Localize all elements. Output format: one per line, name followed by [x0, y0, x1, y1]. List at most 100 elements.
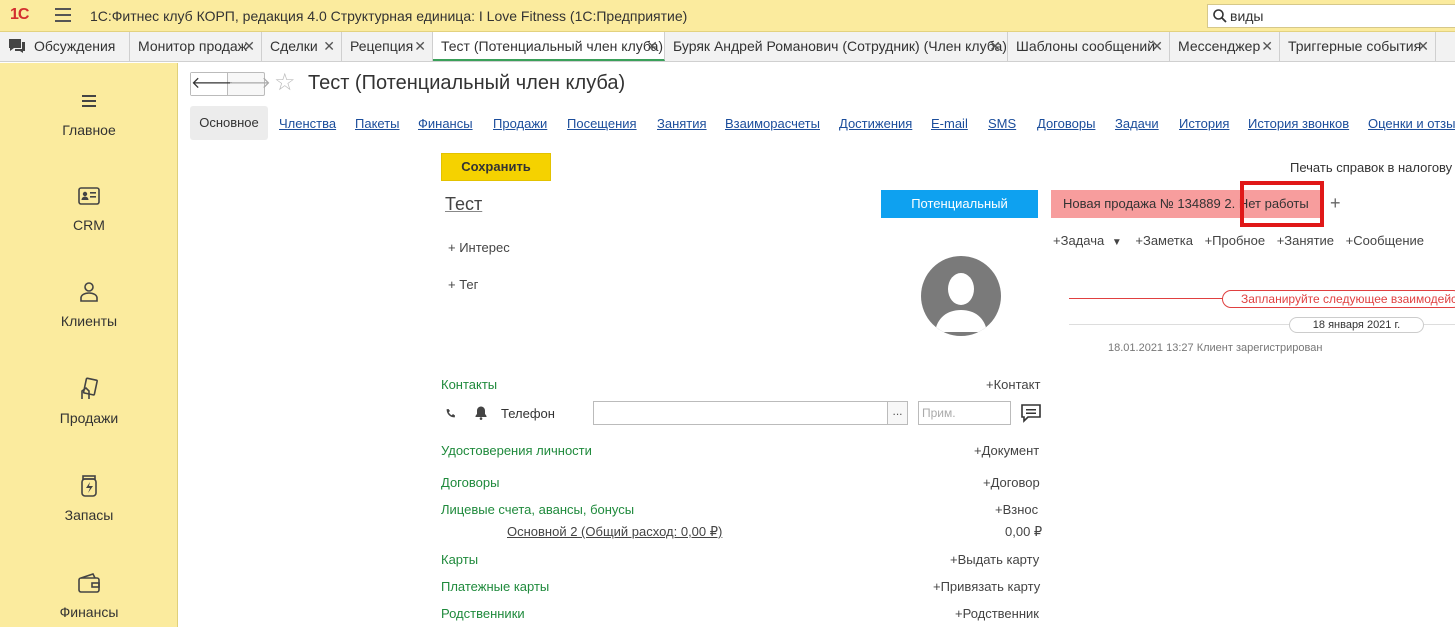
- add-document-link[interactable]: +Документ: [974, 443, 1039, 458]
- close-icon[interactable]: ✕: [323, 32, 335, 61]
- tab-message-templates[interactable]: Шаблоны сообщений ✕: [1008, 32, 1170, 61]
- tab-trigger-events[interactable]: Триггерные события ✕: [1280, 32, 1436, 61]
- contact-card-icon: [78, 187, 100, 205]
- close-icon[interactable]: ✕: [414, 32, 426, 61]
- section-link-tasks[interactable]: Задачи: [1115, 116, 1159, 131]
- close-icon[interactable]: ✕: [243, 32, 255, 61]
- section-link-call-history[interactable]: История звонков: [1248, 116, 1349, 131]
- section-link-settlements[interactable]: Взаиморасчеты: [725, 116, 820, 131]
- section-link-visits[interactable]: Посещения: [567, 116, 637, 131]
- payment-cards-label[interactable]: Платежные карты: [441, 579, 549, 594]
- search-input[interactable]: [1230, 5, 1440, 27]
- global-search[interactable]: [1207, 4, 1455, 28]
- add-note-button[interactable]: +Заметка: [1135, 233, 1193, 248]
- client-name[interactable]: Тест: [445, 194, 482, 215]
- forward-arrow-icon[interactable]: 🡒: [228, 73, 271, 95]
- add-relative-link[interactable]: +Родственник: [955, 606, 1039, 621]
- account-item[interactable]: Основной 2 (Общий расход: 0,00 ₽): [507, 524, 722, 540]
- bell-icon[interactable]: [474, 405, 488, 421]
- id-documents-label[interactable]: Удостоверения личности: [441, 443, 592, 458]
- tab-deals[interactable]: Сделки ✕: [262, 32, 342, 61]
- tab-reception[interactable]: Рецепция ✕: [342, 32, 433, 61]
- main-menu-icon[interactable]: [55, 8, 71, 22]
- section-link-memberships[interactable]: Членства: [279, 116, 336, 131]
- tab-discussions[interactable]: Обсуждения: [0, 32, 130, 61]
- bind-card-link[interactable]: +Привязать карту: [933, 579, 1040, 594]
- page-title: Тест (Потенциальный член клуба): [308, 72, 626, 94]
- tab-label: Триггерные события: [1288, 38, 1422, 54]
- status-button[interactable]: Потенциальный: [881, 190, 1038, 218]
- add-tag-link[interactable]: + Тег: [448, 277, 478, 292]
- sidebar-item-stock[interactable]: Запасы: [0, 473, 178, 523]
- tab-buryak[interactable]: Буряк Андрей Романович (Сотрудник) (Член…: [665, 32, 1008, 61]
- timeline-actions: +Задача ▼ +Заметка +Пробное +Занятие +Со…: [1053, 233, 1424, 248]
- relatives-section-label[interactable]: Родственники: [441, 606, 525, 621]
- sidebar-item-main[interactable]: Главное: [0, 88, 178, 138]
- add-contract-link[interactable]: +Договор: [983, 475, 1040, 490]
- add-contact-link[interactable]: +Контакт: [986, 377, 1040, 392]
- section-link-achievements[interactable]: Достижения: [839, 116, 912, 131]
- sidebar-item-sales[interactable]: Продажи: [0, 376, 178, 426]
- tab-label: Тест (Потенциальный член клуба): [441, 38, 664, 54]
- add-deposit-link[interactable]: +Взнос: [995, 502, 1038, 517]
- add-sale-button[interactable]: +: [1330, 193, 1341, 214]
- issue-card-link[interactable]: +Выдать карту: [950, 552, 1039, 567]
- section-link-sales[interactable]: Продажи: [493, 116, 547, 131]
- tab-label: Монитор продаж: [138, 38, 248, 54]
- sidebar-item-label: Запасы: [64, 507, 114, 523]
- add-message-button[interactable]: +Сообщение: [1346, 233, 1424, 248]
- sidebar: Главное CRM Клиенты Продажи Запасы Финан…: [0, 63, 178, 627]
- account-balance: 0,00 ₽: [1005, 524, 1043, 539]
- accounts-section-label[interactable]: Лицевые счета, авансы, бонусы: [441, 502, 634, 517]
- close-icon[interactable]: ✕: [1417, 32, 1429, 61]
- print-tax-certificates-link[interactable]: Печать справок в налогову: [1290, 160, 1452, 175]
- favorite-star-icon[interactable]: ☆: [274, 71, 296, 95]
- add-lesson-button[interactable]: +Занятие: [1277, 233, 1334, 248]
- section-link-lessons[interactable]: Занятия: [657, 116, 707, 131]
- person-icon: [80, 282, 98, 302]
- phone-select-button[interactable]: ...: [887, 401, 908, 425]
- comment-icon[interactable]: [1020, 403, 1042, 423]
- section-link-reviews[interactable]: Оценки и отзы: [1368, 116, 1455, 131]
- back-arrow-icon[interactable]: 🡐: [191, 73, 234, 95]
- sidebar-item-label: Финансы: [59, 604, 119, 620]
- section-main[interactable]: Основное: [190, 106, 268, 140]
- sidebar-item-crm[interactable]: CRM: [0, 183, 178, 233]
- phone-icon[interactable]: [444, 406, 458, 420]
- add-trial-button[interactable]: +Пробное: [1205, 233, 1265, 248]
- chat-icon: [9, 38, 25, 53]
- close-icon[interactable]: ✕: [1151, 32, 1163, 61]
- save-button[interactable]: Сохранить: [441, 153, 551, 181]
- section-link-contracts[interactable]: Договоры: [1037, 116, 1095, 131]
- add-task-button[interactable]: +Задача: [1053, 233, 1104, 248]
- sidebar-item-clients[interactable]: Клиенты: [0, 279, 178, 329]
- cards-section-label[interactable]: Карты: [441, 552, 478, 567]
- jar-icon: [81, 475, 97, 497]
- close-icon[interactable]: ✕: [646, 32, 658, 61]
- phone-input[interactable]: [593, 401, 888, 425]
- tab-label: Буряк Андрей Романович (Сотрудник) (Член…: [673, 38, 1007, 54]
- section-link-packages[interactable]: Пакеты: [355, 116, 400, 131]
- tab-test-client[interactable]: Тест (Потенциальный член клуба) ✕: [433, 32, 665, 61]
- sidebar-item-label: Главное: [62, 122, 116, 138]
- section-link-finance[interactable]: Финансы: [418, 116, 473, 131]
- chevron-down-icon[interactable]: ▼: [1112, 237, 1122, 248]
- contracts-section-label[interactable]: Договоры: [441, 475, 499, 490]
- section-link-history[interactable]: История: [1179, 116, 1229, 131]
- contacts-section-label[interactable]: Контакты: [441, 377, 497, 392]
- plan-next-interaction[interactable]: Запланируйте следующее взаимодейств: [1222, 290, 1455, 308]
- sidebar-item-finance[interactable]: Финансы: [0, 570, 178, 620]
- phone-note-input[interactable]: [918, 401, 1011, 425]
- section-link-email[interactable]: E-mail: [931, 116, 968, 131]
- highlight-annotation: [1240, 181, 1324, 227]
- close-icon[interactable]: ✕: [989, 32, 1001, 61]
- add-interest-link[interactable]: + Интерес: [448, 240, 510, 255]
- close-icon[interactable]: ✕: [1261, 32, 1273, 61]
- avatar[interactable]: [921, 256, 1001, 336]
- tab-sales-monitor[interactable]: Монитор продаж ✕: [130, 32, 262, 61]
- menu-icon: [82, 95, 96, 107]
- title-bar: 1С 1С:Фитнес клуб КОРП, редакция 4.0 Стр…: [0, 0, 1455, 32]
- section-link-sms[interactable]: SMS: [988, 116, 1016, 131]
- tab-messenger[interactable]: Мессенджер ✕: [1170, 32, 1280, 61]
- search-icon: [1213, 9, 1227, 23]
